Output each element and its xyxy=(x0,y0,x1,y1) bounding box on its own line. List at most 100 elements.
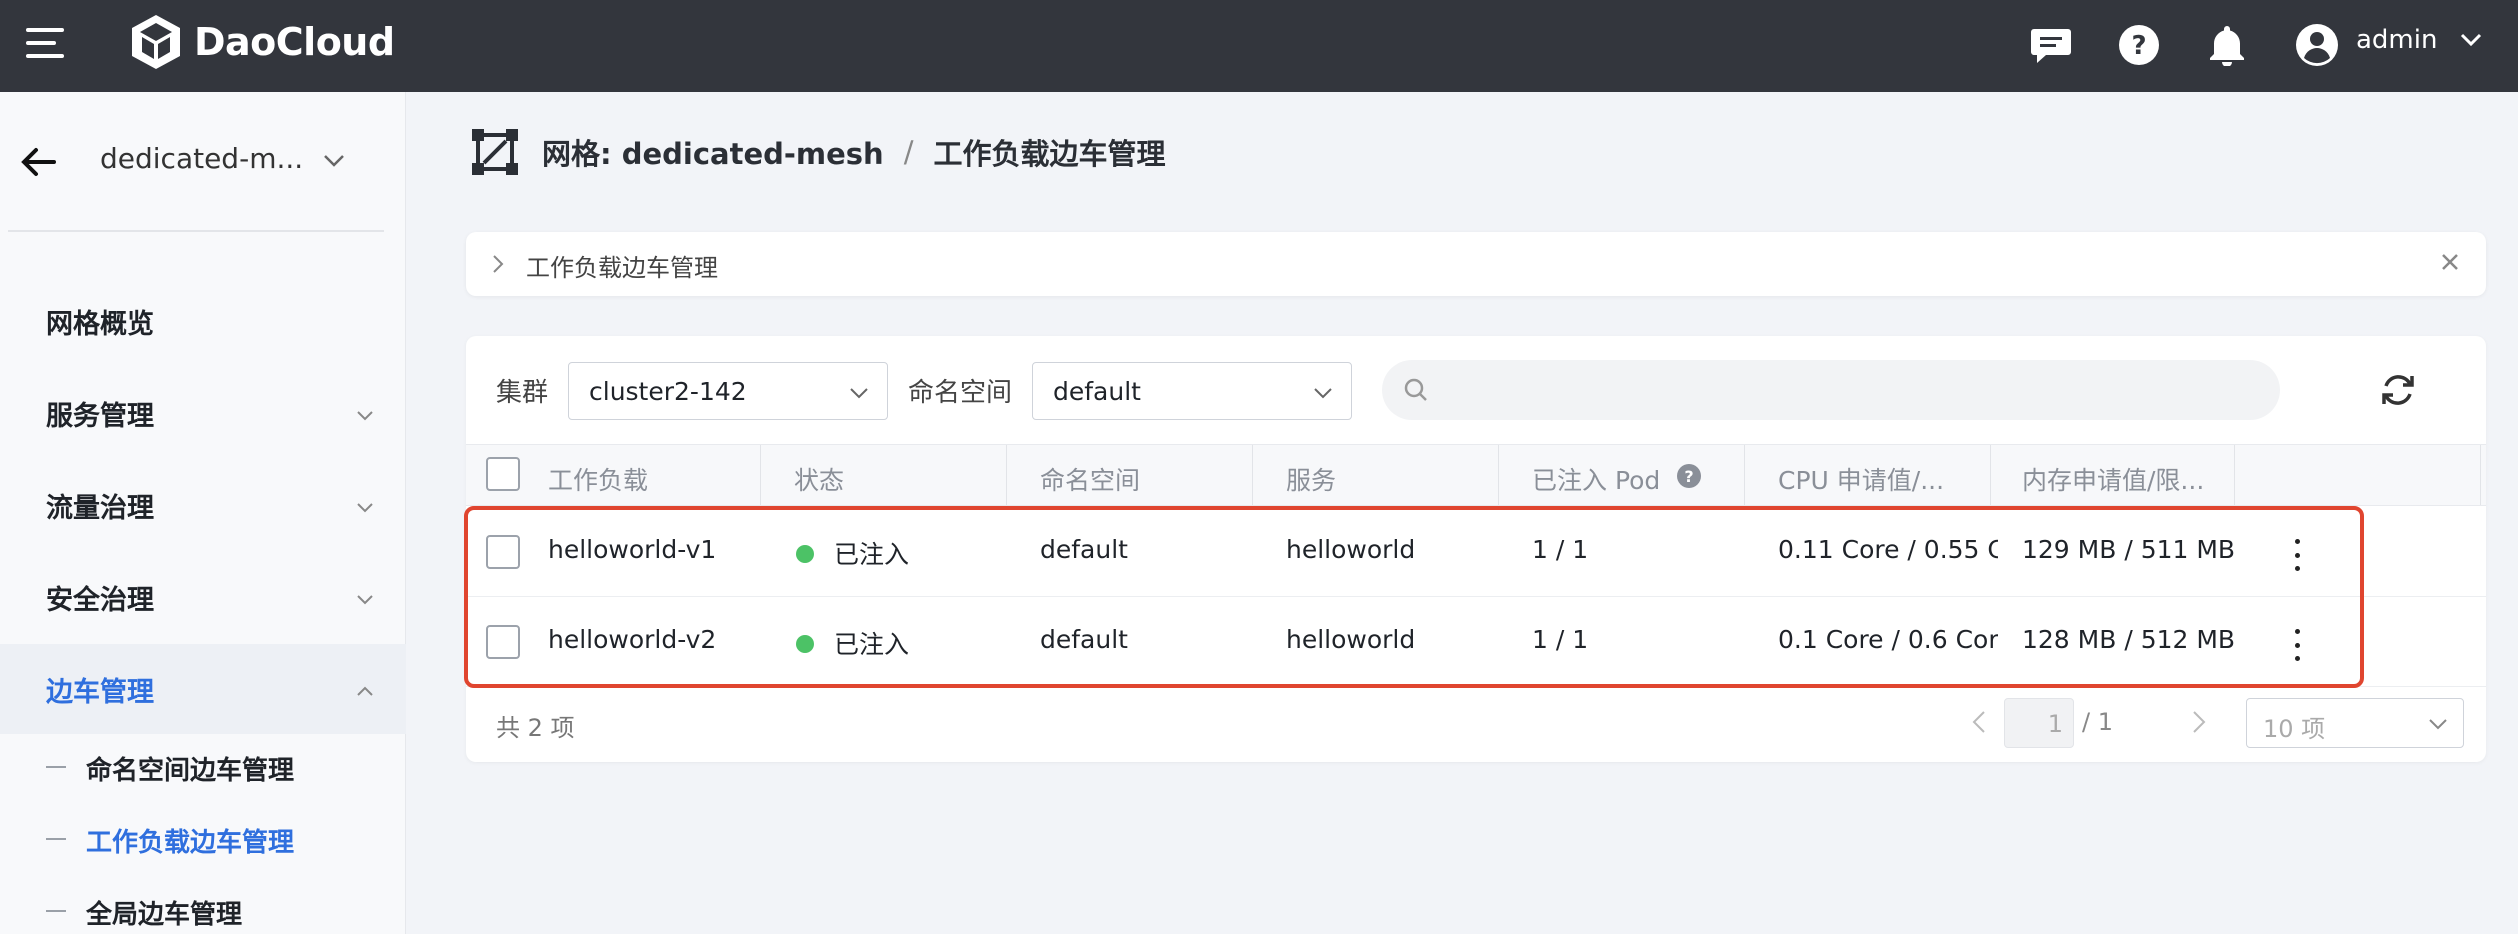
memory-cell: 128 MB / 512 MB xyxy=(2022,625,2236,654)
search-input[interactable] xyxy=(1442,370,2242,410)
select-all-checkbox[interactable] xyxy=(486,457,520,491)
chevron-down-icon[interactable] xyxy=(2458,26,2484,52)
notification-bell-icon[interactable] xyxy=(2200,18,2254,72)
sidebar-subitem-global-sidecar[interactable]: 全局边车管理 xyxy=(0,880,406,934)
user-avatar-icon[interactable] xyxy=(2290,18,2344,72)
column-header-injected-pods[interactable]: 已注入 Pod xyxy=(1532,461,1660,497)
chevron-down-icon xyxy=(2429,719,2447,730)
sidebar-item-label: 边车管理 xyxy=(46,677,154,708)
column-header-status[interactable]: 状态 xyxy=(794,461,844,497)
sidebar-subitem-dash xyxy=(46,910,66,912)
column-divider xyxy=(760,445,761,505)
column-header-service[interactable]: 服务 xyxy=(1286,461,1336,497)
menu-icon[interactable] xyxy=(26,28,64,58)
chevron-up-icon xyxy=(357,686,373,696)
page-size-select[interactable]: 10 项 xyxy=(2246,698,2464,748)
column-header-namespace[interactable]: 命名空间 xyxy=(1040,461,1140,497)
table-row[interactable]: helloworld-v1 已注入 default helloworld 1 /… xyxy=(466,507,2486,597)
user-name[interactable]: admin xyxy=(2356,25,2437,55)
sidebar-item-mesh-overview[interactable]: 网格概览 xyxy=(0,276,406,366)
column-header-workload[interactable]: 工作负载 xyxy=(548,461,648,497)
sidebar-item-label: 安全治理 xyxy=(46,585,154,616)
namespace-cell: default xyxy=(1040,535,1128,564)
namespace-label: 命名空间 xyxy=(908,378,1013,408)
sidebar-item-service-management[interactable]: 服务管理 xyxy=(0,368,406,458)
daocloud-logo-icon xyxy=(132,15,180,69)
namespace-cell: default xyxy=(1040,625,1128,654)
cpu-cell: 0.1 Core / 0.6 Core xyxy=(1778,625,1998,654)
sidebar-subitem-namespace-sidecar[interactable]: 命名空间边车管理 xyxy=(0,736,406,796)
sidebar: dedicated-m... 网格概览 服务管理 流量治理 安全治理 边车管理 … xyxy=(0,92,406,934)
sidebar-subitem-label: 工作负载边车管理 xyxy=(86,828,295,858)
row-checkbox[interactable] xyxy=(486,625,520,659)
page-size-value: 10 项 xyxy=(2263,715,2326,743)
page-number-input[interactable]: 1 xyxy=(2004,698,2074,748)
status-text: 已注入 xyxy=(834,540,910,569)
search-box[interactable] xyxy=(1382,360,2280,420)
sidebar-item-label: 流量治理 xyxy=(46,493,154,524)
workload-name[interactable]: helloworld-v2 xyxy=(548,625,716,654)
banner-text: 工作负载边车管理 xyxy=(526,254,718,282)
injected-pods-cell: 1 / 1 xyxy=(1532,625,1589,654)
service-cell: helloworld xyxy=(1286,535,1416,564)
chevron-right-icon[interactable] xyxy=(2186,708,2210,736)
column-header-memory[interactable]: 内存申请值/限... xyxy=(2022,461,2204,497)
column-divider xyxy=(1744,445,1745,505)
brand-name: DaoCloud xyxy=(194,20,395,64)
workload-name[interactable]: helloworld-v1 xyxy=(548,535,716,564)
status-dot-icon xyxy=(796,635,814,653)
back-arrow-icon[interactable] xyxy=(18,142,58,182)
row-checkbox[interactable] xyxy=(486,535,520,569)
chevron-down-icon[interactable] xyxy=(320,146,348,174)
sidebar-item-label: 服务管理 xyxy=(46,401,154,432)
sidebar-subitem-label: 全局边车管理 xyxy=(86,900,243,930)
page-total: / 1 xyxy=(2082,708,2113,736)
sidebar-item-security-governance[interactable]: 安全治理 xyxy=(0,552,406,642)
workload-table-card: 集群 cluster2-142 命名空间 default 工作负载 状态 命名空… xyxy=(466,336,2486,762)
breadcrumb: 网格: dedicated-mesh / 工作负载边车管理 xyxy=(470,122,1166,182)
namespace-select[interactable]: default xyxy=(1032,362,1352,420)
page-title: 工作负载边车管理 xyxy=(933,137,1166,171)
cluster-select[interactable]: cluster2-142 xyxy=(568,362,888,420)
column-divider xyxy=(1252,445,1253,505)
column-divider xyxy=(2480,445,2481,505)
table-row[interactable]: helloworld-v2 已注入 default helloworld 1 /… xyxy=(466,597,2486,687)
chevron-down-icon xyxy=(357,411,373,421)
column-divider xyxy=(1990,445,1991,505)
status-text: 已注入 xyxy=(834,630,910,659)
more-actions-icon[interactable] xyxy=(2282,627,2312,663)
injected-pods-cell: 1 / 1 xyxy=(1532,535,1589,564)
cluster-select-value: cluster2-142 xyxy=(589,377,747,406)
sidebar-item-traffic-governance[interactable]: 流量治理 xyxy=(0,460,406,550)
chevron-down-icon xyxy=(357,503,373,513)
close-icon[interactable] xyxy=(2438,250,2462,274)
sidebar-subitem-dash xyxy=(46,838,66,840)
memory-cell: 129 MB / 511 MB xyxy=(2022,535,2236,564)
column-header-cpu[interactable]: CPU 申请值/... xyxy=(1778,461,1944,497)
status-dot-icon xyxy=(796,545,814,563)
column-divider xyxy=(1498,445,1499,505)
breadcrumb-mesh[interactable]: 网格: dedicated-mesh xyxy=(542,131,884,173)
daocloud-logo[interactable]: DaoCloud xyxy=(128,12,395,72)
sidebar-item-label: 网格概览 xyxy=(46,309,154,340)
help-circle-icon[interactable]: ? xyxy=(1676,463,1702,489)
chevron-down-icon xyxy=(1314,388,1332,399)
message-icon[interactable] xyxy=(2024,18,2078,72)
svg-text:?: ? xyxy=(1684,467,1693,486)
namespace-select-value: default xyxy=(1053,377,1141,406)
chevron-right-icon[interactable] xyxy=(486,252,510,276)
breadcrumb-separator: / xyxy=(903,135,914,169)
sidebar-subitem-workload-sidecar[interactable]: 工作负载边车管理 xyxy=(0,808,406,868)
info-banner: 工作负载边车管理 xyxy=(466,232,2486,296)
cluster-label: 集群 xyxy=(496,378,549,408)
search-icon xyxy=(1404,378,1427,401)
chevron-left-icon[interactable] xyxy=(1968,708,1992,736)
sidebar-item-sidecar-management[interactable]: 边车管理 xyxy=(0,644,406,734)
more-actions-icon[interactable] xyxy=(2282,537,2312,573)
refresh-icon[interactable] xyxy=(2378,370,2418,410)
mesh-name[interactable]: dedicated-m... xyxy=(100,142,303,175)
total-count: 共 2 项 xyxy=(496,714,575,742)
mesh-selector[interactable]: dedicated-m... xyxy=(0,92,406,228)
column-divider xyxy=(1006,445,1007,505)
help-icon[interactable]: ? xyxy=(2112,18,2166,72)
